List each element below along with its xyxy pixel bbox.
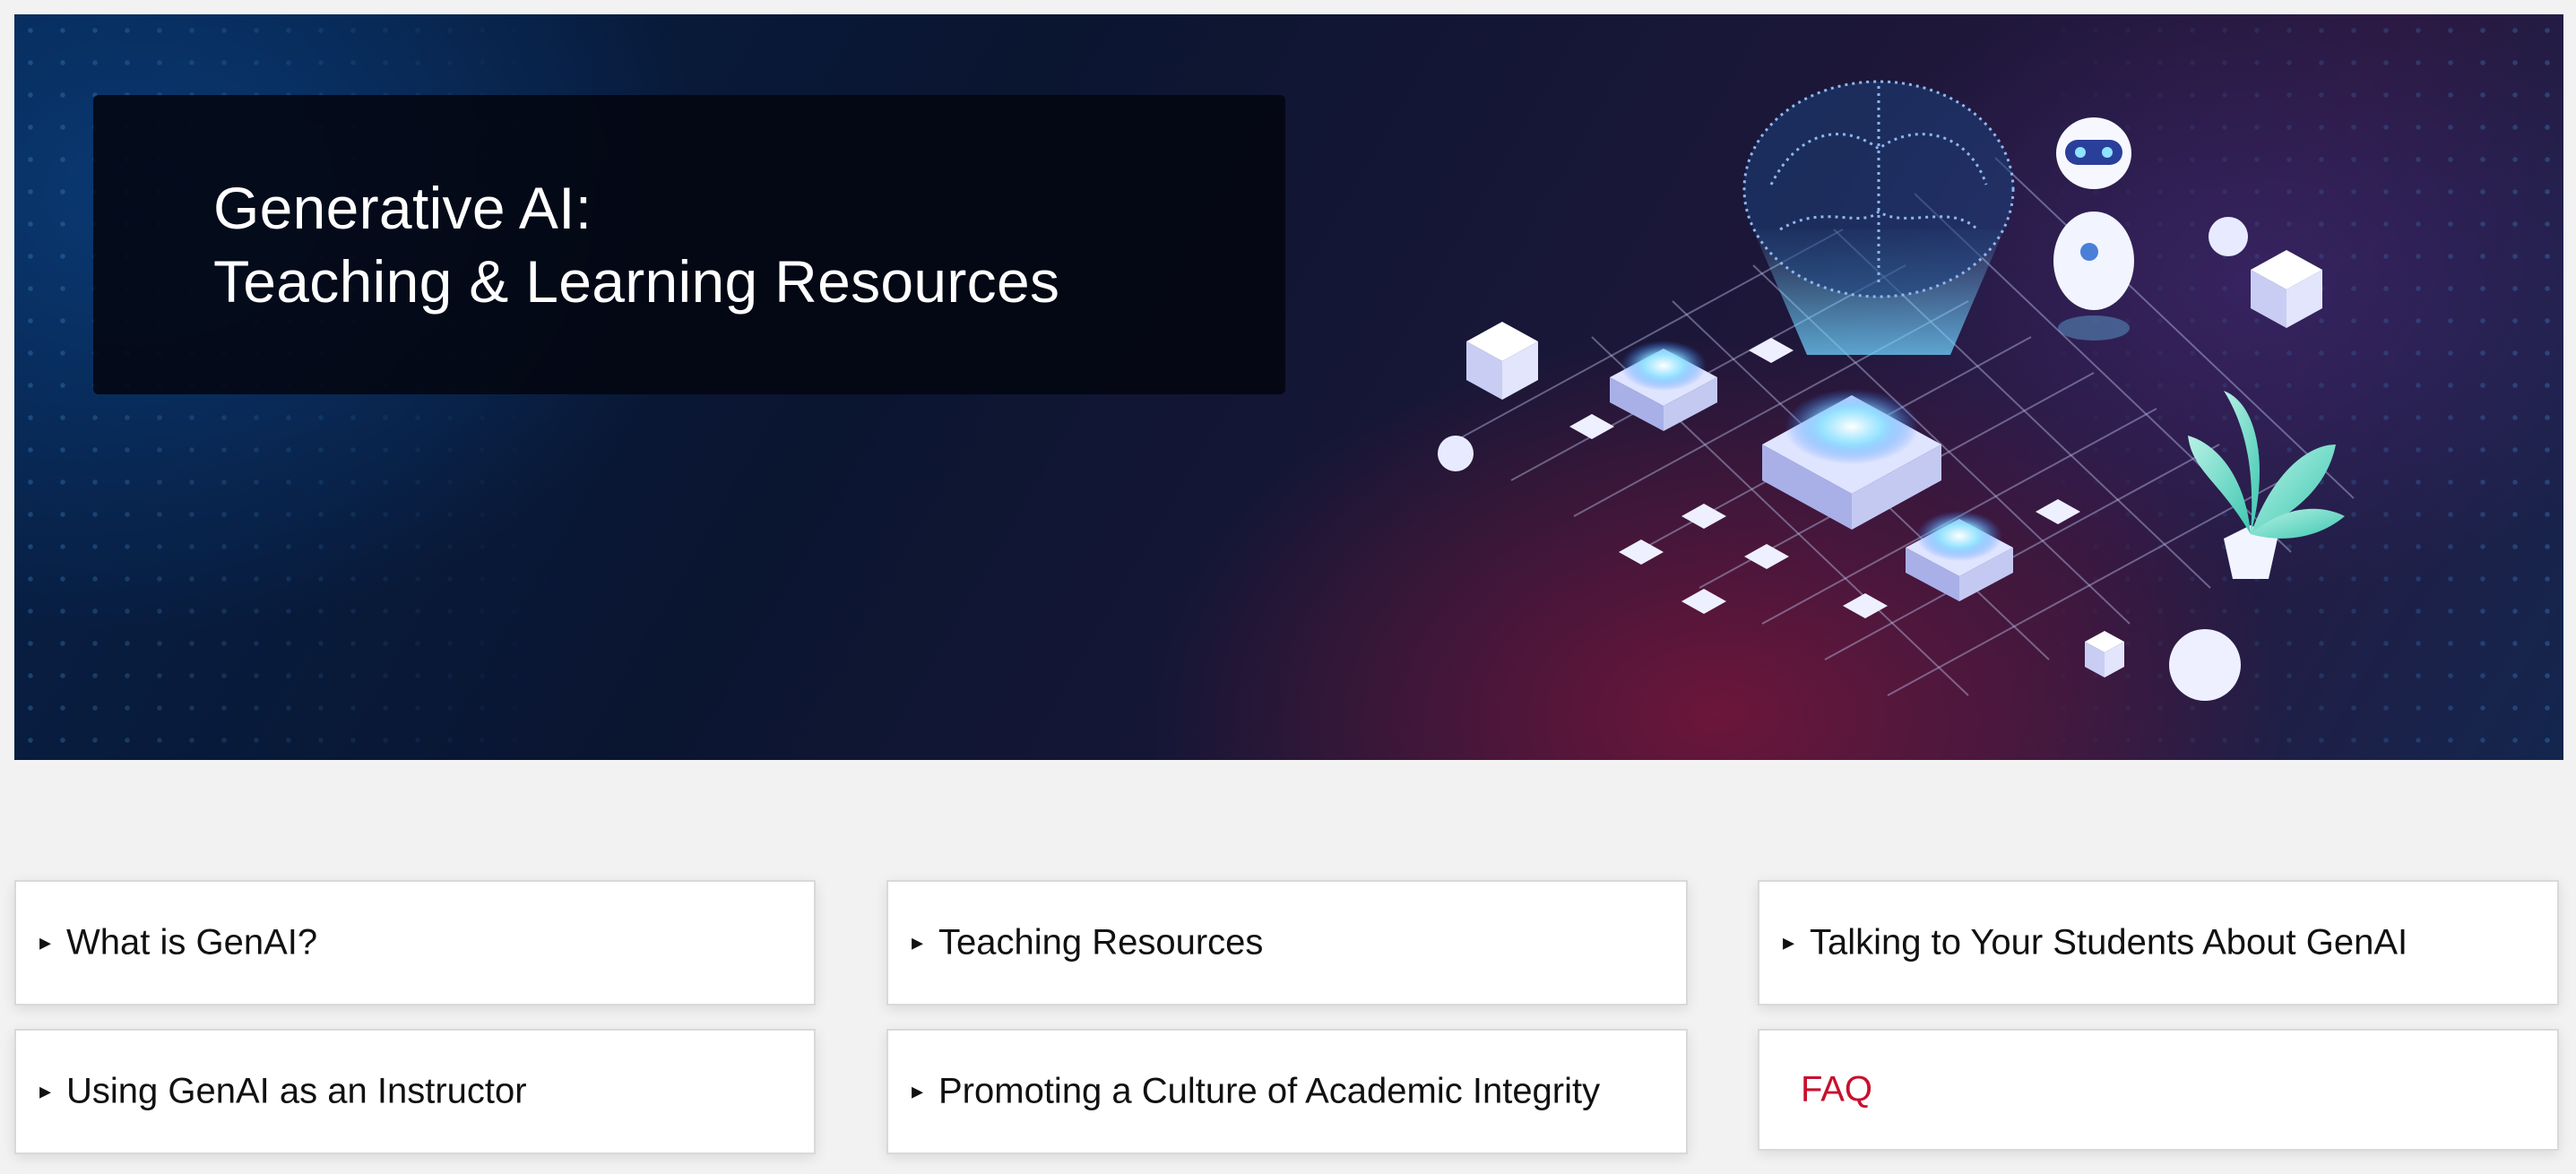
page-title-line-1: Generative AI: (213, 175, 592, 241)
accordion-teaching-resources[interactable]: ▸ Teaching Resources (886, 880, 1688, 1006)
accordion-label: Using GenAI as an Instructor (66, 1071, 527, 1111)
hero-banner: Generative AI: Teaching & Learning Resou… (14, 14, 2563, 760)
accordion-using-genai-instructor[interactable]: ▸ Using GenAI as an Instructor (14, 1029, 816, 1154)
plant-icon (2188, 391, 2345, 579)
page: Generative AI: Teaching & Learning Resou… (0, 0, 2576, 1174)
accordion-talking-to-students[interactable]: ▸ Talking to Your Students About GenAI (1758, 880, 2559, 1006)
triangle-right-icon: ▸ (912, 929, 924, 956)
brain-icon (1742, 80, 2015, 298)
triangle-right-icon: ▸ (1783, 929, 1795, 956)
page-title-line-2: Teaching & Learning Resources (213, 248, 1060, 315)
central-chip-icon (1762, 389, 1941, 530)
robot-icon (2053, 117, 2134, 341)
faq-card: FAQ (1758, 1029, 2559, 1151)
accordion-what-is-genai[interactable]: ▸ What is GenAI? (14, 880, 816, 1006)
faq-link[interactable]: FAQ (1801, 1070, 1872, 1110)
triangle-right-icon: ▸ (39, 929, 52, 956)
triangle-right-icon: ▸ (912, 1078, 924, 1105)
cube-icon (1466, 322, 1538, 400)
accordion-label: Talking to Your Students About GenAI (1810, 922, 2408, 963)
ai-illustration-icon (1438, 80, 2355, 701)
accordion-label: What is GenAI? (66, 922, 318, 963)
triangle-right-icon: ▸ (39, 1078, 52, 1105)
accordion-academic-integrity[interactable]: ▸ Promoting a Culture of Academic Integr… (886, 1029, 1688, 1154)
accordion-label: Promoting a Culture of Academic Integrit… (938, 1071, 1601, 1111)
title-box: Generative AI: Teaching & Learning Resou… (93, 95, 1285, 394)
accordion-label: Teaching Resources (938, 922, 1264, 963)
